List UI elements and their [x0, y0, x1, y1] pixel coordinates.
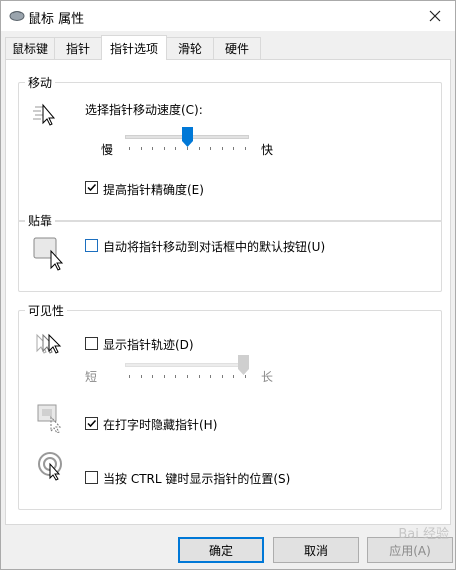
slider-tick [129, 147, 130, 150]
ctrl-locate-label: 当按 CTRL 键时显示指针的位置(S) [103, 472, 291, 486]
apply-button[interactable]: 应用(A) [367, 537, 453, 563]
pointer-options-panel: 移动 选择指针移动速度(C): 慢 快 提高指针精确度(E) 贴靠 自动将指针移… [5, 59, 451, 525]
slider-tick [233, 375, 234, 378]
motion-group: 移动 选择指针移动速度(C): 慢 快 提高指针精确度(E) [18, 74, 442, 222]
slider-tick [152, 375, 153, 378]
tab-hardware[interactable]: 硬件 [213, 37, 261, 59]
hide-while-typing-label: 在打字时隐藏指针(H) [103, 418, 218, 432]
slider-tick [222, 147, 223, 150]
hide-while-typing-checkbox[interactable] [85, 417, 98, 430]
slider-tick [175, 375, 176, 378]
slider-tick [245, 147, 246, 150]
slider-tick [141, 375, 142, 378]
slider-tick [222, 375, 223, 378]
long-label: 长 [261, 370, 274, 384]
checkmark-icon [87, 419, 97, 428]
precision-checkbox[interactable] [85, 181, 98, 194]
pointer-speed-icon [33, 103, 61, 130]
tab-wheel[interactable]: 滑轮 [166, 37, 214, 59]
snap-group: 贴靠 自动将指针移动到对话框中的默认按钮(U) [18, 212, 442, 292]
snap-group-label: 贴靠 [25, 212, 56, 229]
slider-tick [233, 147, 234, 150]
trails-slider-track[interactable] [125, 363, 249, 367]
trails-slider-thumb[interactable] [238, 355, 249, 378]
slider-tick [164, 147, 165, 150]
slow-label: 慢 [101, 143, 114, 157]
slider-tick [129, 375, 130, 378]
slider-tick [199, 375, 200, 378]
pointer-trails-icon [33, 331, 69, 362]
snap-to-icon [33, 237, 67, 274]
trails-label: 显示指针轨迹(D) [103, 338, 194, 352]
close-icon [429, 10, 441, 22]
tab-buttons[interactable]: 鼠标键 [5, 37, 55, 59]
ok-button[interactable]: 确定 [178, 537, 264, 563]
slider-tick [199, 147, 200, 150]
fast-label: 快 [261, 143, 274, 157]
short-label: 短 [85, 370, 98, 384]
speed-label: 选择指针移动速度(C): [85, 103, 203, 117]
slider-tick [164, 375, 165, 378]
slider-tick [141, 147, 142, 150]
hide-while-typing-icon [37, 403, 67, 436]
trails-checkbox[interactable] [85, 337, 98, 350]
checkmark-icon [87, 183, 97, 192]
speed-slider-thumb[interactable] [182, 127, 193, 150]
trails-slider-ticks [129, 375, 246, 379]
snap-checkbox[interactable] [85, 239, 98, 252]
cancel-button[interactable]: 取消 [273, 537, 359, 563]
precision-label: 提高指针精确度(E) [103, 183, 204, 197]
slider-tick [210, 147, 211, 150]
slider-tick [175, 147, 176, 150]
ctrl-locate-checkbox[interactable] [85, 471, 98, 484]
tab-pointer-options[interactable]: 指针选项 [101, 35, 167, 60]
mouse-icon [8, 8, 26, 22]
slider-tick [187, 375, 188, 378]
slider-tick [152, 147, 153, 150]
mouse-properties-window: 鼠标 属性 鼠标键 指针 指针选项 滑轮 硬件 移动 选择指针移动速度(C): … [0, 0, 456, 570]
ctrl-locate-icon [37, 451, 67, 484]
window-title: 鼠标 属性 [28, 12, 85, 27]
visibility-group: 可见性 显示指针轨迹(D) 短 长 在打字时隐藏指针(H) 当按 CTRL 键时… [18, 302, 442, 510]
snap-label: 自动将指针移动到对话框中的默认按钮(U) [103, 240, 326, 254]
tab-pointers[interactable]: 指针 [54, 37, 102, 59]
visibility-group-label: 可见性 [25, 302, 68, 319]
motion-group-label: 移动 [25, 74, 56, 91]
slider-tick [210, 375, 211, 378]
close-button[interactable] [415, 1, 455, 31]
title-bar: 鼠标 属性 [1, 1, 455, 31]
